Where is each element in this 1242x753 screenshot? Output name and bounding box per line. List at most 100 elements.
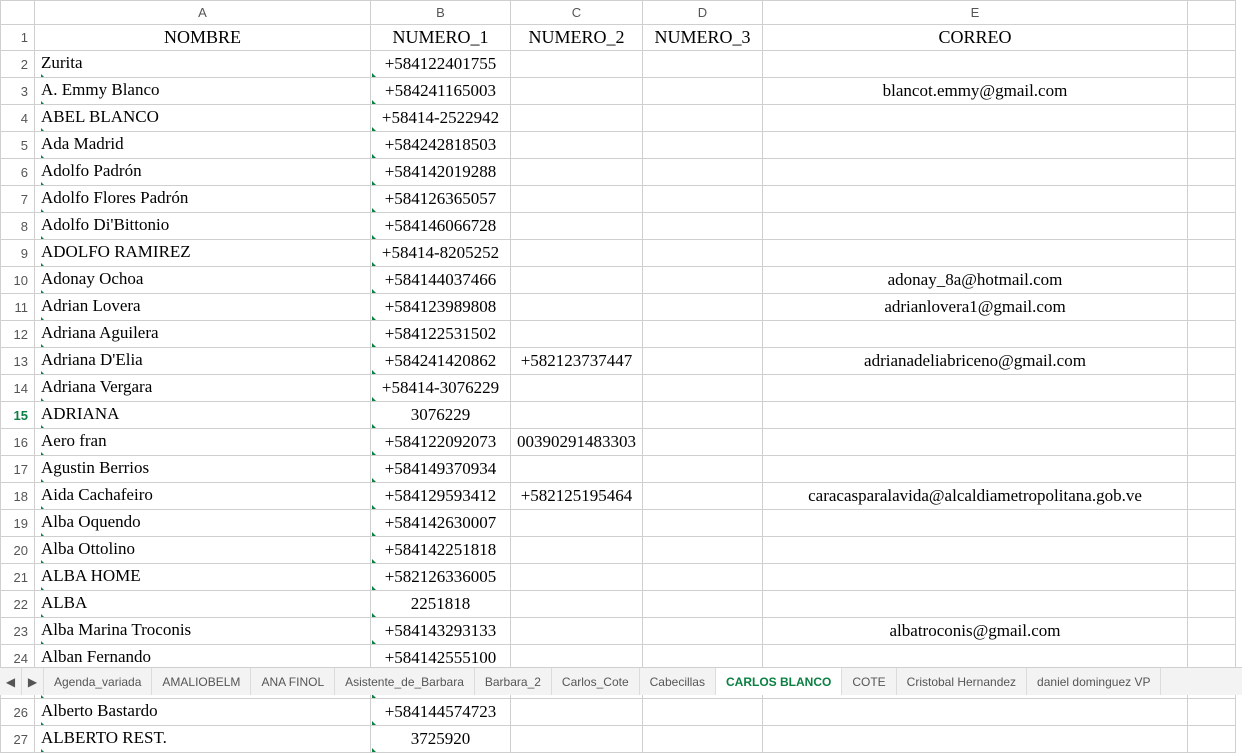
row-number[interactable]: 8 [1,213,35,240]
cell-numero3[interactable] [643,240,763,267]
cell-correo[interactable]: adrianadeliabriceno@gmail.com [763,348,1188,375]
spreadsheet-grid[interactable]: A B C D E 1 NOMBRE NUMERO_1 NUMERO_2 NUM… [0,0,1236,753]
cell-correo[interactable]: adonay_8a@hotmail.com [763,267,1188,294]
cell-numero3[interactable] [643,348,763,375]
row-number[interactable]: 5 [1,132,35,159]
row-number[interactable]: 15 [1,402,35,429]
cell-correo[interactable] [763,105,1188,132]
cell-numero2[interactable] [511,240,643,267]
col-header-A[interactable]: A [35,1,371,25]
cell-extra[interactable] [1188,483,1236,510]
cell-numero1[interactable]: +584241165003 [371,78,511,105]
cell-extra[interactable] [1188,618,1236,645]
header-numero1[interactable]: NUMERO_1 [371,25,511,51]
cell-extra[interactable] [1188,240,1236,267]
cell-numero3[interactable] [643,105,763,132]
cell-extra[interactable] [1188,25,1236,51]
cell-numero1[interactable]: +58414-2522942 [371,105,511,132]
cell-extra[interactable] [1188,456,1236,483]
cell-nombre[interactable]: Alba Ottolino [35,537,371,564]
cell-correo[interactable] [763,213,1188,240]
cell-numero3[interactable] [643,159,763,186]
cell-nombre[interactable]: Adriana Vergara [35,375,371,402]
cell-numero2[interactable] [511,510,643,537]
cell-numero1[interactable]: +584142251818 [371,537,511,564]
sheet-tab[interactable]: Cristobal Hernandez [897,668,1027,695]
sheet-tab[interactable]: Carlos_Cote [552,668,640,695]
row-number[interactable]: 6 [1,159,35,186]
cell-numero1[interactable]: +584129593412 [371,483,511,510]
cell-numero1[interactable]: +584144037466 [371,267,511,294]
cell-numero2[interactable] [511,618,643,645]
cell-extra[interactable] [1188,213,1236,240]
cell-numero2[interactable] [511,726,643,753]
cell-nombre[interactable]: Zurita [35,51,371,78]
header-correo[interactable]: CORREO [763,25,1188,51]
cell-numero2[interactable] [511,78,643,105]
cell-nombre[interactable]: Adolfo Padrón [35,159,371,186]
sheet-tab[interactable]: COTE [842,668,896,695]
cell-nombre[interactable]: ABEL BLANCO [35,105,371,132]
cell-numero2[interactable]: 00390291483303 [511,429,643,456]
cell-correo[interactable] [763,402,1188,429]
cell-extra[interactable] [1188,105,1236,132]
sheet-tab[interactable]: AMALIOBELM [152,668,251,695]
cell-extra[interactable] [1188,726,1236,753]
cell-correo[interactable] [763,186,1188,213]
cell-numero3[interactable] [643,51,763,78]
sheet-tab[interactable]: Cabecillas [640,668,716,695]
cell-correo[interactable]: caracasparalavida@alcaldiametropolitana.… [763,483,1188,510]
cell-correo[interactable] [763,726,1188,753]
cell-numero1[interactable]: +584144574723 [371,699,511,726]
cell-numero2[interactable] [511,537,643,564]
cell-numero2[interactable]: +582125195464 [511,483,643,510]
header-numero3[interactable]: NUMERO_3 [643,25,763,51]
cell-correo[interactable]: albatroconis@gmail.com [763,618,1188,645]
cell-nombre[interactable]: Alba Oquendo [35,510,371,537]
cell-numero1[interactable]: 3725920 [371,726,511,753]
cell-extra[interactable] [1188,348,1236,375]
cell-nombre[interactable]: ADOLFO RAMIREZ [35,240,371,267]
cell-nombre[interactable]: Aero fran [35,429,371,456]
cell-correo[interactable] [763,564,1188,591]
row-number[interactable]: 22 [1,591,35,618]
sheet-tab[interactable]: ANA FINOL [251,668,335,695]
cell-numero2[interactable] [511,132,643,159]
cell-numero1[interactable]: +584241420862 [371,348,511,375]
cell-nombre[interactable]: Alba Marina Troconis [35,618,371,645]
cell-numero3[interactable] [643,186,763,213]
cell-correo[interactable] [763,132,1188,159]
cell-correo[interactable] [763,159,1188,186]
row-number[interactable]: 4 [1,105,35,132]
cell-numero1[interactable]: +584242818503 [371,132,511,159]
cell-nombre[interactable]: A. Emmy Blanco [35,78,371,105]
row-number[interactable]: 9 [1,240,35,267]
cell-numero1[interactable]: 2251818 [371,591,511,618]
cell-numero3[interactable] [643,375,763,402]
tab-nav-next[interactable]: ▶ [22,668,44,695]
cell-numero1[interactable]: +584123989808 [371,294,511,321]
cell-correo[interactable] [763,51,1188,78]
cell-nombre[interactable]: Adriana D'Elia [35,348,371,375]
cell-nombre[interactable]: ALBA [35,591,371,618]
cell-numero3[interactable] [643,564,763,591]
cell-numero2[interactable] [511,51,643,78]
row-number[interactable]: 20 [1,537,35,564]
cell-correo[interactable] [763,510,1188,537]
cell-extra[interactable] [1188,321,1236,348]
cell-numero1[interactable]: +584122092073 [371,429,511,456]
cell-numero3[interactable] [643,591,763,618]
cell-extra[interactable] [1188,699,1236,726]
cell-correo[interactable] [763,699,1188,726]
cell-extra[interactable] [1188,159,1236,186]
cell-nombre[interactable]: Aida Cachafeiro [35,483,371,510]
col-header-B[interactable]: B [371,1,511,25]
row-number[interactable]: 26 [1,699,35,726]
cell-numero3[interactable] [643,402,763,429]
cell-extra[interactable] [1188,186,1236,213]
cell-numero2[interactable] [511,159,643,186]
cell-numero1[interactable]: +582126336005 [371,564,511,591]
header-numero2[interactable]: NUMERO_2 [511,25,643,51]
cell-numero1[interactable]: +584126365057 [371,186,511,213]
cell-correo[interactable] [763,456,1188,483]
